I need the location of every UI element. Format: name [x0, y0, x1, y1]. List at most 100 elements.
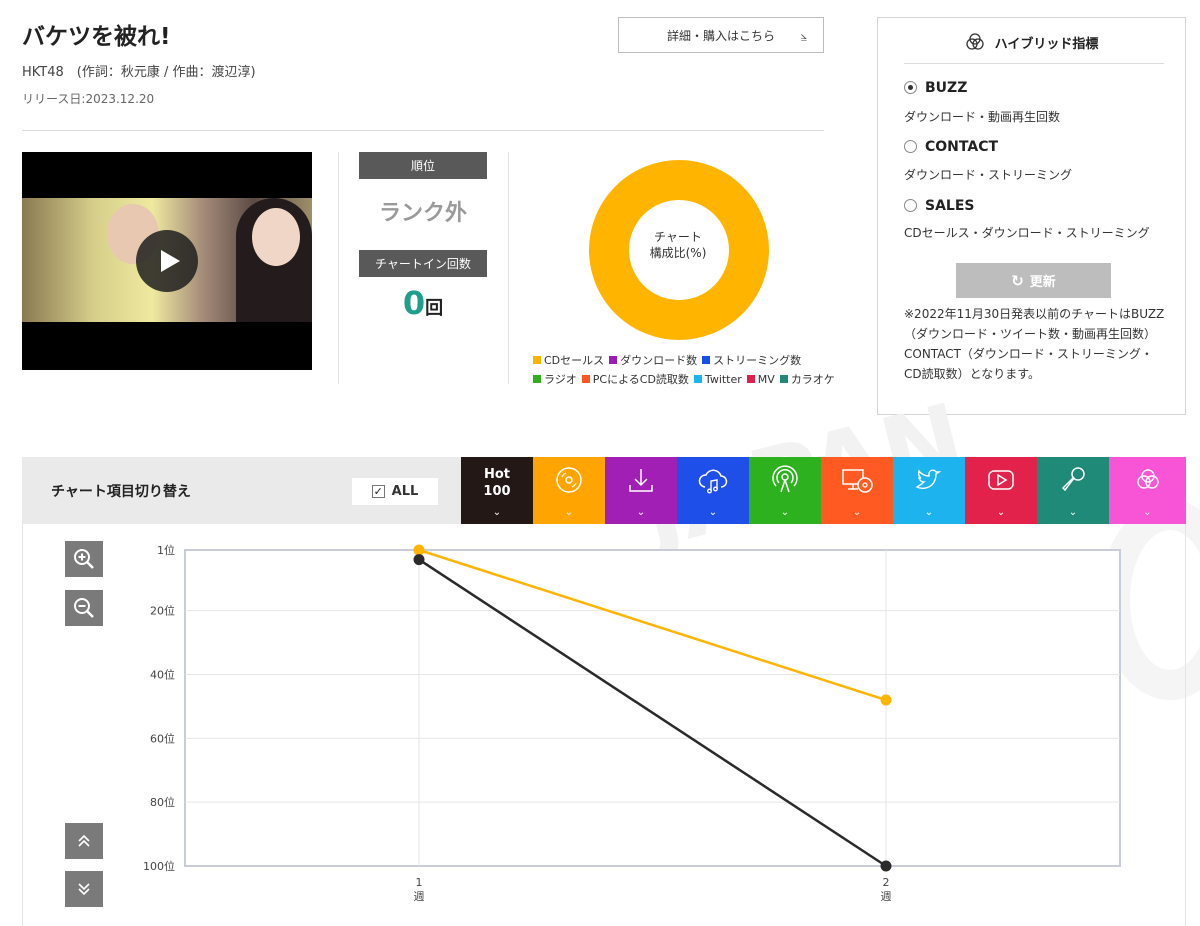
radio-indicator[interactable] [904, 199, 917, 212]
chevron-down-icon: ⌄ [996, 507, 1006, 518]
tab-hot100-line1: Hot [483, 467, 511, 482]
detail-purchase-label: 詳細・購入はこちら [666, 28, 775, 43]
legend-label: ラジオ [544, 373, 577, 386]
radio-sales[interactable]: SALES [904, 198, 975, 214]
chevron-down-icon: ⌄ [1143, 507, 1152, 518]
tab-hybrid[interactable]: ⌄ [1109, 457, 1186, 524]
checkbox-checked-icon[interactable]: ✓ [371, 485, 385, 498]
legend-swatch [533, 375, 541, 383]
chart-switch-bar: チャート項目切り替え ✓ ALL Hot 100 ⌄ ⌄ ⌄ ⌄ ⌄ ⌄ ⌄ ⌄ ⌄… [22, 457, 1186, 524]
tab-pc[interactable]: ⌄ [821, 457, 893, 524]
donut-label-line2: 構成比(%) [649, 246, 707, 260]
legend-label: PCによるCD読取数 [592, 373, 689, 386]
radio-sales-label: SALES [925, 198, 975, 214]
hybrid-note: ※2022年11月30日発表以前のチャートはBUZZ（ダウンロード・ツイート数・… [904, 307, 1165, 381]
chart-in-label: チャートイン回数 [359, 250, 487, 277]
chevron-down-icon: ⌄ [1068, 507, 1078, 518]
legend-item: ダウンロード数 [609, 351, 697, 370]
divider [508, 152, 509, 384]
radio-indicator[interactable] [904, 140, 917, 153]
zoom-in-icon [74, 549, 94, 569]
youtube-icon [965, 465, 1037, 499]
video-player[interactable] [22, 152, 312, 370]
radio-buzz-label: BUZZ [925, 80, 968, 96]
external-arrow-icon: ⦥ [800, 29, 807, 42]
tab-youtube[interactable]: ⌄ [965, 457, 1037, 524]
chevron-down-icon: ⌄ [852, 507, 862, 518]
artist-credits: HKT48 (作詞：秋元康 / 作曲：渡辺淳) [22, 65, 256, 80]
legend-swatch [533, 356, 541, 364]
chart-panel [22, 524, 1186, 926]
chevron-down-icon: ⌄ [492, 507, 502, 518]
scroll-up-button[interactable] [65, 823, 103, 859]
legend-label: ストリーミング数 [713, 354, 802, 367]
donut-legend: CDセールス ダウンロード数 ストリーミング数ラジオ PCによるCD読取数 Twitte… [533, 351, 853, 389]
refresh-icon: ↻ [1011, 271, 1024, 290]
tab-radio[interactable]: ⌄ [749, 457, 821, 524]
update-button[interactable]: ↻ 更新 [956, 263, 1111, 298]
sales-description: CDセールス・ダウンロード・ストリーミング [904, 226, 1150, 240]
legend-item: PCによるCD読取数 [581, 370, 689, 389]
chevron-down-icon: ⌄ [564, 507, 574, 518]
buzz-description: ダウンロード・動画再生回数 [904, 110, 1061, 124]
radio-buzz[interactable]: BUZZ [904, 80, 967, 96]
tab-twitter[interactable]: ⌄ [893, 457, 965, 524]
legend-item: MV [746, 370, 775, 389]
chevron-down-icon: ⌄ [708, 507, 718, 518]
legend-swatch [581, 375, 590, 383]
radio-indicator[interactable] [904, 81, 917, 94]
microphone-icon [1037, 465, 1109, 499]
rank-value: ランク外 [378, 201, 467, 226]
legend-item: ラジオ [533, 370, 577, 389]
zoom-out-button[interactable] [65, 590, 103, 626]
chevron-down-icon: ⌄ [780, 507, 790, 518]
contact-description: ダウンロード・ストリーミング [904, 168, 1073, 182]
all-toggle[interactable]: ✓ ALL [352, 478, 438, 505]
tab-karaoke[interactable]: ⌄ [1037, 457, 1109, 524]
pc-cd-icon [821, 465, 893, 499]
all-toggle-label: ALL [391, 484, 419, 499]
hybrid-title-text: ハイブリッド指標 [994, 37, 1099, 52]
legend-label: ダウンロード数 [620, 354, 698, 367]
legend-label: CDセールス [544, 354, 605, 367]
donut-label-line1: チャート [654, 230, 702, 244]
release-date: リリース日:2023.12.20 [22, 92, 155, 106]
chevron-down-icon: ⌄ [924, 507, 934, 518]
legend-swatch [609, 356, 618, 364]
legend-item: カラオケ [779, 370, 835, 389]
radio-icon [749, 465, 821, 499]
tab-streaming[interactable]: ⌄ [677, 457, 749, 524]
radio-contact[interactable]: CONTACT [904, 139, 998, 155]
thumbnail-figure [252, 208, 300, 266]
song-title: バケツを被れ! [22, 24, 171, 50]
hybrid-circles-icon [965, 33, 984, 50]
play-icon[interactable] [136, 230, 198, 292]
chart-in-number: 0 [402, 284, 426, 322]
donut-center-label: チャート 構成比(%) [620, 229, 736, 261]
legend-label: Twitter [704, 373, 742, 386]
tab-cd[interactable]: ⌄ [533, 457, 605, 524]
hybrid-panel-title: ハイブリッド指標 [878, 32, 1185, 52]
chevron-down-icon: ⌄ [636, 507, 646, 518]
zoom-in-button[interactable] [65, 541, 103, 577]
divider [22, 130, 824, 131]
legend-swatch [746, 375, 755, 383]
cd-icon [533, 465, 605, 499]
legend-item: Twitter [693, 370, 742, 389]
tab-hot100-label: Hot 100 [461, 466, 533, 500]
rank-label: 順位 [359, 152, 487, 179]
detail-purchase-button[interactable]: 詳細・購入はこちら ⦥ [618, 17, 824, 53]
tab-download[interactable]: ⌄ [605, 457, 677, 524]
cloud-music-icon [677, 465, 749, 499]
chart-switch-title: チャート項目切り替え [51, 484, 191, 500]
radio-contact-label: CONTACT [925, 139, 999, 155]
scroll-down-button[interactable] [65, 871, 103, 907]
tab-hot100[interactable]: Hot 100 ⌄ [461, 457, 533, 524]
legend-item: ストリーミング数 [702, 351, 801, 370]
legend-swatch [693, 375, 702, 383]
divider [904, 63, 1164, 64]
twitter-icon [893, 465, 965, 499]
hybrid-index-panel: ハイブリッド指標 BUZZ ダウンロード・動画再生回数 CONTACT ダウンロ… [877, 17, 1186, 415]
zoom-out-icon [74, 598, 94, 618]
double-chevron-down-icon [78, 883, 90, 896]
